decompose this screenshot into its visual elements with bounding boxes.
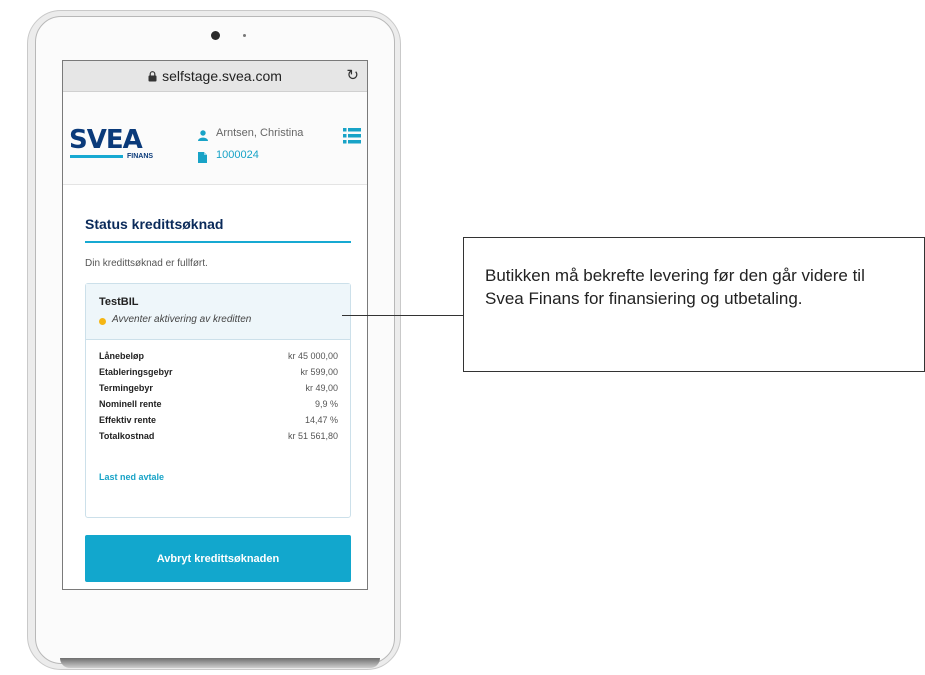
detail-value: kr 45 000,00 <box>287 351 338 361</box>
svea-logo[interactable]: SVEA FINANS <box>69 125 159 167</box>
browser-address-bar[interactable]: selfstage.svea.com ↻ <box>63 61 367 92</box>
detail-row: Lånebeløp kr 45 000,00 <box>99 351 338 367</box>
callout-connector <box>342 315 463 316</box>
tablet-screen: selfstage.svea.com ↻ SVEA FINANS Arntsen… <box>62 60 368 590</box>
download-agreement-link[interactable]: Last ned avtale <box>99 472 164 482</box>
lock-icon <box>148 70 157 82</box>
page-title: Status kredittsøknad <box>85 216 224 232</box>
loan-details: Lånebeløp kr 45 000,00 Etableringsgebyr kr… <box>99 351 338 447</box>
detail-value: kr 599,00 <box>300 367 338 377</box>
logo-subtext: FINANS <box>127 153 154 160</box>
sensor-icon <box>243 34 246 37</box>
user-icon <box>198 128 208 141</box>
site-header: SVEA FINANS Arntsen, Christina 1000024 <box>63 92 367 185</box>
application-card-header: TestBIL Avventer aktivering av kreditten <box>86 284 350 340</box>
application-status: Avventer aktivering av kreditten <box>112 314 252 325</box>
detail-row: Totalkostnad kr 51 561,80 <box>99 431 338 447</box>
application-name: TestBIL <box>99 296 139 308</box>
detail-row: Nominell rente 9,9 % <box>99 399 338 415</box>
user-info: Arntsen, Christina <box>198 127 304 141</box>
detail-value: kr 49,00 <box>305 383 338 393</box>
detail-value: 9,9 % <box>314 399 338 409</box>
detail-value: 14,47 % <box>304 415 338 425</box>
document-info: 1000024 <box>198 149 259 163</box>
detail-row: Etableringsgebyr kr 599,00 <box>99 367 338 383</box>
reload-icon[interactable]: ↻ <box>346 68 359 84</box>
detail-label: Lånebeløp <box>99 351 145 361</box>
cancel-application-button[interactable]: Avbryt kredittsøknaden <box>85 535 351 582</box>
callout-box: Butikken må bekrefte levering før den gå… <box>463 237 925 372</box>
title-divider <box>85 241 351 243</box>
menu-list-icon[interactable] <box>343 128 361 144</box>
document-number[interactable]: 1000024 <box>216 149 259 161</box>
detail-label: Nominell rente <box>99 399 162 409</box>
logo-text: SVEA <box>69 125 143 155</box>
url-text: selfstage.svea.com <box>162 68 282 84</box>
detail-label: Termingebyr <box>99 383 153 393</box>
application-card: TestBIL Avventer aktivering av kreditten… <box>85 283 351 518</box>
camera-icon <box>211 31 220 40</box>
status-dot-icon <box>99 318 106 325</box>
status-message: Din kredittsøknad er fullført. <box>85 258 208 269</box>
detail-label: Etableringsgebyr <box>99 367 173 377</box>
detail-label: Effektiv rente <box>99 415 157 425</box>
main-content: Status kredittsøknad Din kredittsøknad e… <box>85 216 351 582</box>
detail-row: Effektiv rente 14,47 % <box>99 415 338 431</box>
tablet-stand <box>60 658 380 668</box>
document-icon <box>198 150 207 163</box>
detail-label: Totalkostnad <box>99 431 155 441</box>
detail-row: Termingebyr kr 49,00 <box>99 383 338 399</box>
logo-underline <box>70 155 123 158</box>
detail-value: kr 51 561,80 <box>287 431 338 441</box>
callout-text: Butikken må bekrefte levering før den gå… <box>485 266 865 308</box>
user-name: Arntsen, Christina <box>216 127 304 139</box>
